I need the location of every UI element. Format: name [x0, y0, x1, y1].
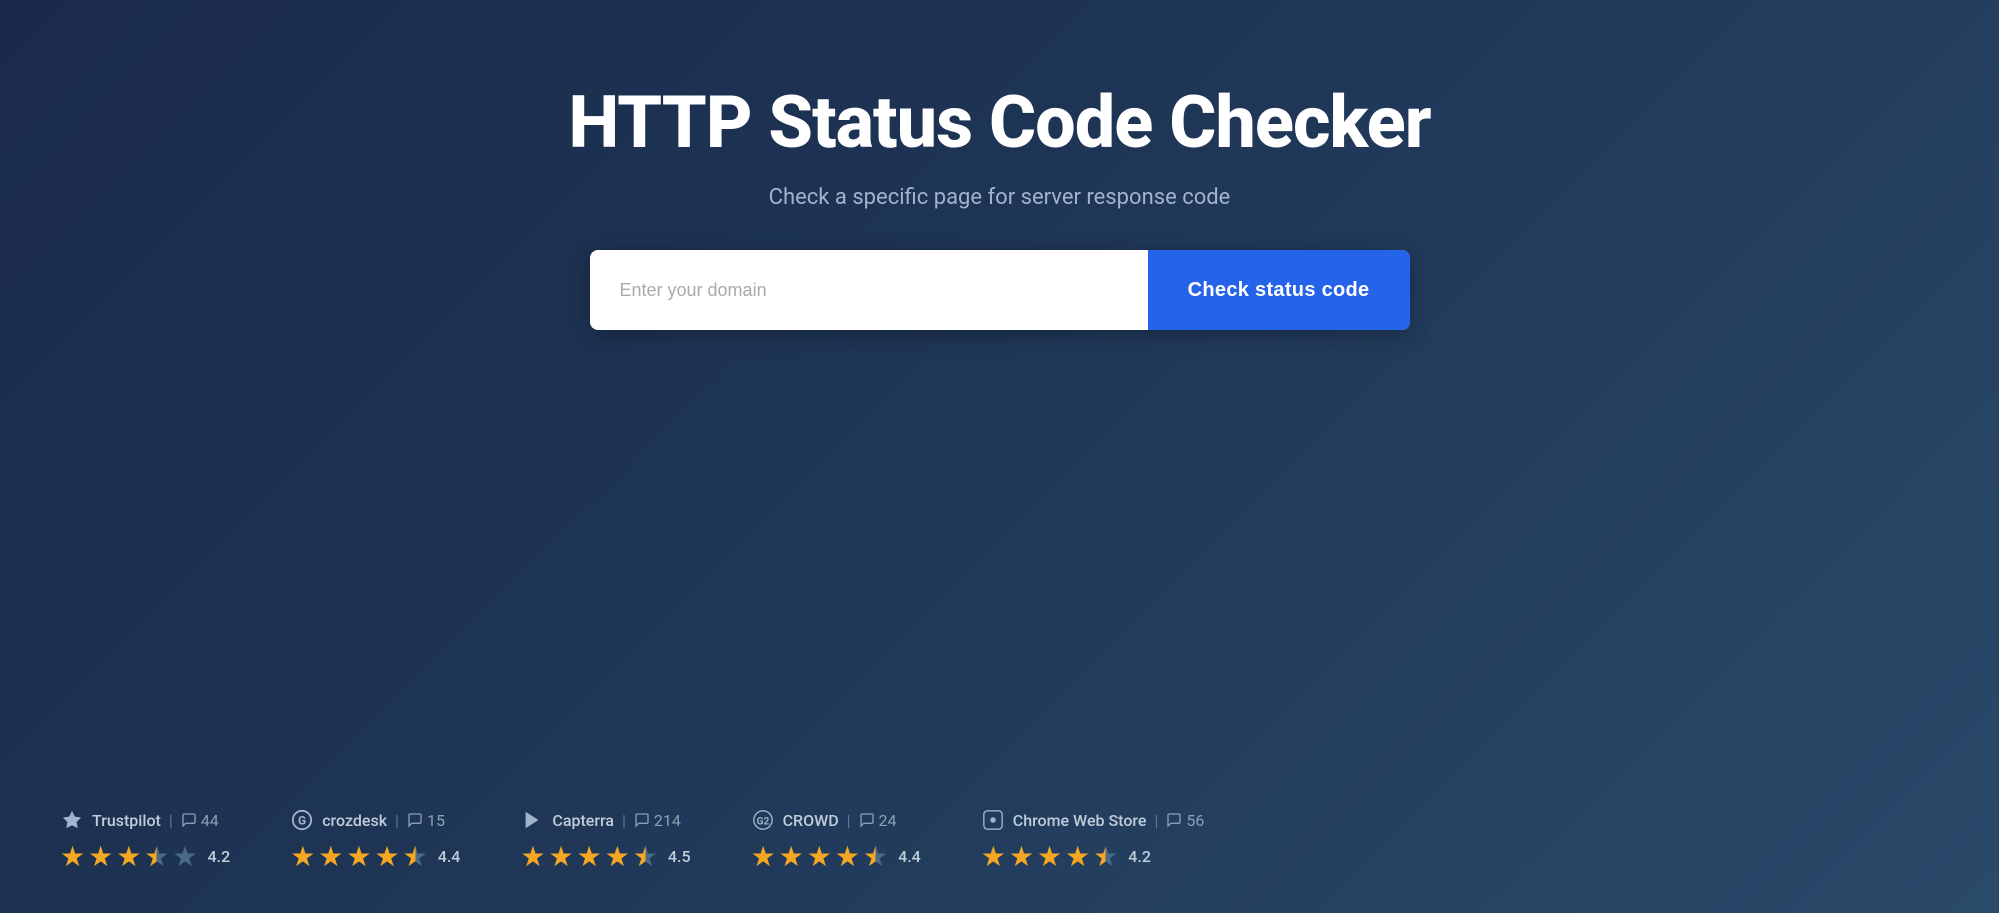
stars-row: ★★★★★ 4.4: [290, 840, 460, 873]
search-form: Check status code: [590, 250, 1410, 330]
rating-header: G crozdesk | 15: [290, 808, 460, 832]
platform-name: crozdesk: [322, 811, 387, 830]
rating-item-capterra: Capterra | 214 ★★★★★ 4.5: [520, 808, 690, 873]
chrome-icon: [981, 808, 1005, 832]
domain-input[interactable]: [590, 250, 1148, 330]
stars: ★★★★★: [520, 840, 658, 873]
review-number: 15: [427, 811, 445, 830]
star-full: ★: [779, 840, 804, 873]
stars-row: ★★★★★ 4.2: [981, 840, 1205, 873]
star-full: ★: [318, 840, 343, 873]
rating-header: Capterra | 214: [520, 808, 690, 832]
rating-number: 4.5: [668, 847, 691, 866]
stars: ★★★★★: [981, 840, 1119, 873]
review-count: 214: [634, 811, 681, 830]
star-full: ★: [1065, 840, 1090, 873]
svg-text:G: G: [298, 814, 306, 828]
divider: |: [847, 811, 851, 830]
stars: ★★★★★: [290, 840, 428, 873]
stars: ★★★★★: [60, 840, 198, 873]
ratings-section: Trustpilot | 44 ★★★★★ 4.2 G crozdesk | 1…: [0, 808, 1999, 913]
g2-icon: G2: [751, 808, 775, 832]
star-icon: [60, 808, 84, 832]
star-full: ★: [807, 840, 832, 873]
rating-item-crozdesk: G crozdesk | 15 ★★★★★ 4.4: [290, 808, 460, 873]
rating-header: G2 CROWD | 24: [751, 808, 921, 832]
svg-text:G2: G2: [756, 817, 769, 828]
star-full: ★: [116, 840, 141, 873]
review-number: 24: [879, 811, 897, 830]
star-half: ★: [403, 840, 428, 873]
check-button[interactable]: Check status code: [1148, 250, 1410, 330]
star-half: ★: [863, 840, 888, 873]
star-full: ★: [548, 840, 573, 873]
divider: |: [622, 811, 626, 830]
rating-item-trustpilot: Trustpilot | 44 ★★★★★ 4.2: [60, 808, 230, 873]
star-full: ★: [605, 840, 630, 873]
review-number: 44: [201, 811, 219, 830]
stars-row: ★★★★★ 4.2: [60, 840, 230, 873]
rating-header: Chrome Web Store | 56: [981, 808, 1205, 832]
page-subtitle: Check a specific page for server respons…: [769, 185, 1231, 210]
star-full: ★: [290, 840, 315, 873]
review-count: 56: [1166, 811, 1204, 830]
rating-header: Trustpilot | 44: [60, 808, 230, 832]
review-count: 44: [181, 811, 219, 830]
star-full: ★: [577, 840, 602, 873]
page-title: HTTP Status Code Checker: [568, 80, 1430, 165]
star-half: ★: [1093, 840, 1118, 873]
rating-number: 4.2: [208, 847, 231, 866]
star-full: ★: [60, 840, 85, 873]
divider: |: [1154, 811, 1158, 830]
star-half: ★: [633, 840, 658, 873]
platform-name: CROWD: [783, 811, 839, 830]
star-full: ★: [751, 840, 776, 873]
stars: ★★★★★: [751, 840, 889, 873]
arrow-icon: [520, 808, 544, 832]
star-full: ★: [375, 840, 400, 873]
star-full: ★: [1009, 840, 1034, 873]
star-full: ★: [981, 840, 1006, 873]
review-count: 15: [407, 811, 445, 830]
star-empty: ★: [172, 840, 197, 873]
rating-item-crowd: G2 CROWD | 24 ★★★★★ 4.4: [751, 808, 921, 873]
rating-number: 4.2: [1128, 847, 1151, 866]
divider: |: [169, 811, 173, 830]
review-number: 214: [654, 811, 681, 830]
stars-row: ★★★★★ 4.4: [751, 840, 921, 873]
rating-number: 4.4: [898, 847, 921, 866]
star-full: ★: [835, 840, 860, 873]
stars-row: ★★★★★ 4.5: [520, 840, 690, 873]
platform-name: Capterra: [552, 811, 614, 830]
star-full: ★: [1037, 840, 1062, 873]
divider: |: [395, 811, 399, 830]
review-count: 24: [859, 811, 897, 830]
star-full: ★: [88, 840, 113, 873]
platform-name: Trustpilot: [92, 811, 161, 830]
hero-section: HTTP Status Code Checker Check a specifi…: [0, 0, 1999, 808]
rating-number: 4.4: [438, 847, 461, 866]
star-full: ★: [520, 840, 545, 873]
platform-name: Chrome Web Store: [1013, 811, 1147, 830]
star-half: ★: [144, 840, 169, 873]
review-number: 56: [1186, 811, 1204, 830]
c-icon: G: [290, 808, 314, 832]
star-full: ★: [346, 840, 371, 873]
rating-item-chrome-web-store: Chrome Web Store | 56 ★★★★★ 4.2: [981, 808, 1205, 873]
